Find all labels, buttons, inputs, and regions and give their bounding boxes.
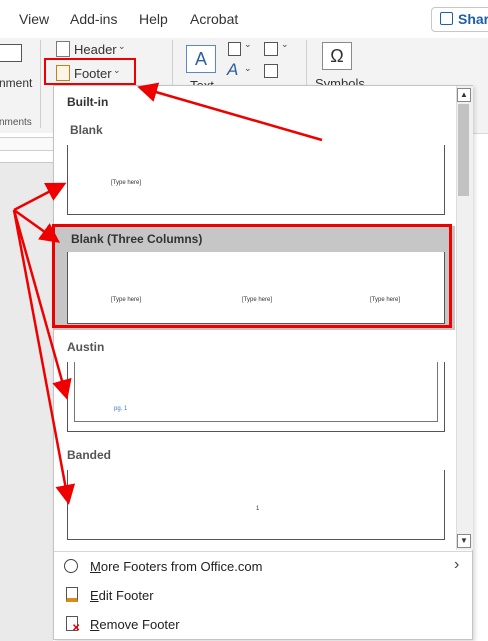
arrow-to-banded (12, 209, 76, 505)
arrow-to-austin (12, 209, 72, 400)
annotation-arrows (12, 82, 323, 505)
arrow-to-footer-button (137, 82, 323, 142)
arrow-to-blank (13, 182, 67, 212)
